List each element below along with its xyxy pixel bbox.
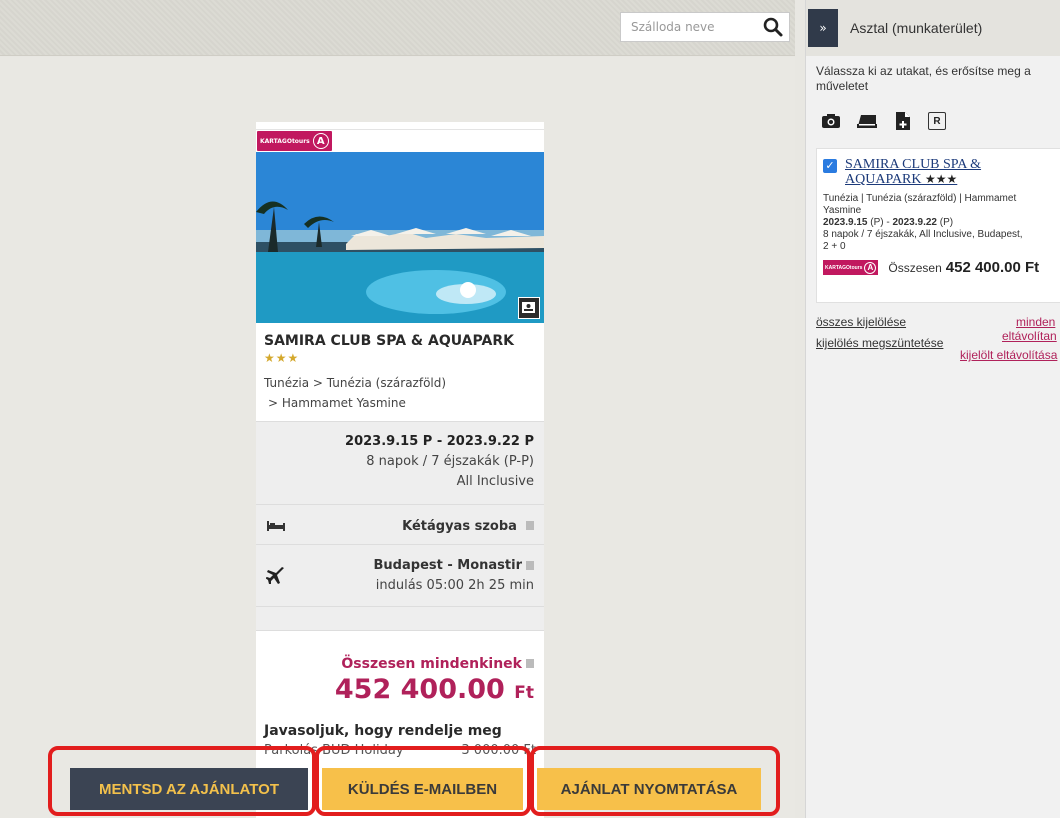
add-file-tool[interactable] [892, 110, 914, 132]
workspace-panel: » Asztal (munkaterület) Válassza ki az u… [805, 0, 1060, 818]
item-date-to: 2023.9.22 [892, 217, 938, 228]
item-location: Tunézia | Tunézia (szárazföld) | Hammame… [823, 193, 1052, 217]
add-file-icon [896, 112, 910, 130]
departure-time: indulás 05:00 2h 25 min [375, 577, 534, 593]
item-checkbox[interactable]: ✓ [823, 159, 837, 173]
item-details-line-1: 8 napok / 7 éjszakák, All Inclusive, Bud… [823, 229, 1023, 240]
grey-spacer [256, 606, 544, 630]
item-brand-text: KARTAGOtours [825, 264, 863, 271]
send-email-button[interactable]: KÜLDÉS E-MAILBEN [322, 768, 523, 810]
instruction-line-2: műveletet [816, 79, 869, 93]
item-name-line-1: SAMIRA CLUB SPA & [845, 157, 982, 172]
location-line-2: > Hammamet Yasmine [268, 396, 406, 410]
remove-selected-link[interactable]: kijelölt eltávolítása [960, 348, 1057, 362]
search-button[interactable] [761, 16, 785, 38]
date-range: 2023.9.15 P - 2023.9.22 P [345, 434, 534, 449]
instruction-line-1: Válassza ki az utakat, és erősítse meg a [816, 64, 1031, 78]
location-line-1: Tunézia > Tunézia (szárazföld) [264, 376, 447, 390]
item-name-line-2: AQUAPARK [845, 172, 922, 187]
item-date-to-day: (P) [937, 217, 954, 228]
flight-info-icon[interactable] [526, 560, 534, 570]
folder-icon [857, 115, 877, 128]
pool-scene-image [256, 152, 544, 323]
hotel-name[interactable]: SAMIRA CLUB SPA & AQUAPARK [256, 323, 544, 349]
room-info: Kétágyas szoba [402, 515, 534, 534]
workspace-item: ✓ SAMIRA CLUB SPA & AQUAPARK ★★★ Tunézia… [816, 148, 1060, 303]
item-stars: ★★★ [925, 172, 958, 186]
camera-tool[interactable] [820, 110, 842, 132]
panel-instruction: Válassza ki az utakat, és erősítse meg a… [806, 56, 1060, 94]
total-label: Összesen mindenkinek [341, 656, 522, 672]
item-date-from: 2023.9.15 [823, 217, 868, 228]
save-offer-button[interactable]: MENTSD AZ AJÁNLATOT [70, 768, 308, 810]
item-location-line-1: Tunézia | Tunézia (szárazföld) | Hammame… [823, 193, 1017, 204]
gallery-icon[interactable] [518, 297, 540, 319]
flight-route: Budapest - Monastir [373, 557, 522, 573]
panel-title: Asztal (munkaterület) [850, 20, 983, 36]
trip-duration: 8 napok / 7 éjszakák (P-P) [366, 454, 534, 469]
flight-row: Budapest - Monastir indulás 05:00 2h 25 … [256, 544, 544, 606]
bed-icon [267, 520, 285, 531]
remove-all-link-line-2[interactable]: eltávolítan [1002, 329, 1057, 343]
item-total-label: Összesen [888, 260, 942, 275]
kartago-logo: KARTAGOtours A [257, 131, 332, 151]
item-details: 8 napok / 7 éjszakák, All Inclusive, Bud… [823, 229, 1052, 253]
item-date-from-day: (P) - [867, 217, 893, 228]
deselect-link[interactable]: kijelölés megszüntetése [816, 336, 943, 350]
flight-info: Budapest - Monastir indulás 05:00 2h 25 … [374, 556, 534, 596]
total-price: 452 400.00 Ft [266, 674, 534, 705]
item-location-line-2: Yasmine [823, 205, 862, 216]
select-all-link[interactable]: összes kijelölése [816, 315, 906, 329]
total-info-icon[interactable] [526, 659, 534, 668]
hotel-location: Tunézia > Tunézia (szárazföld) > Hammame… [256, 365, 544, 413]
item-header: ✓ SAMIRA CLUB SPA & AQUAPARK ★★★ [823, 157, 1052, 187]
folder-tool[interactable] [856, 110, 878, 132]
offer-card: KARTAGOtours A SAMIRA CLUB SPA & AQUAPAR… [256, 122, 544, 818]
search-icon [763, 17, 783, 37]
recommend-heading: Javasoljuk, hogy rendelje meg [264, 723, 502, 739]
plane-icon [266, 566, 284, 584]
item-details-line-2: 2 + 0 [823, 241, 846, 252]
collapse-panel-button[interactable]: » [808, 9, 838, 47]
item-brand-letter: A [864, 261, 877, 274]
brand-text: KARTAGOtours [260, 137, 310, 145]
hotel-photo[interactable] [256, 152, 544, 323]
top-bar [0, 0, 795, 56]
card-top-strip [256, 122, 544, 130]
item-dates: 2023.9.15 (P) - 2023.9.22 (P) [823, 217, 1052, 229]
trip-dates: 2023.9.15 P - 2023.9.22 P 8 napok / 7 éj… [256, 421, 544, 504]
item-price-row: KARTAGOtours A Összesen 452 400.00 Ft [823, 259, 1052, 276]
hotel-search-input[interactable] [621, 13, 756, 41]
print-offer-button[interactable]: AJÁNLAT NYOMTATÁSA [537, 768, 761, 810]
board-type: All Inclusive [456, 474, 534, 489]
total-price-block: Összesen mindenkinek 452 400.00 Ft [256, 630, 544, 705]
panel-toolbar: R [806, 94, 1060, 132]
panel-links: összes kijelölése kijelölés megszüntetés… [806, 303, 1060, 383]
item-kartago-logo: KARTAGOtours A [823, 260, 879, 275]
brand-letter: A [312, 133, 329, 149]
image-icon [522, 302, 535, 313]
brand-row: KARTAGOtours A [256, 130, 544, 152]
camera-icon [822, 114, 840, 128]
total-currency: Ft [514, 683, 534, 703]
item-hotel-name[interactable]: SAMIRA CLUB SPA & AQUAPARK ★★★ [845, 157, 981, 187]
item-total-amount: 452 400.00 Ft [945, 259, 1040, 276]
total-amount: 452 400.00 [334, 674, 505, 705]
room-row: Kétágyas szoba [256, 504, 544, 544]
room-info-icon[interactable] [526, 521, 534, 530]
remove-all-link-line-1[interactable]: minden [1016, 315, 1055, 329]
r-icon[interactable]: R [928, 112, 946, 130]
room-type: Kétágyas szoba [402, 519, 517, 534]
hotel-search [620, 12, 790, 42]
panel-header: » Asztal (munkaterület) [806, 0, 1060, 56]
hotel-stars: ★★★ [264, 351, 300, 365]
